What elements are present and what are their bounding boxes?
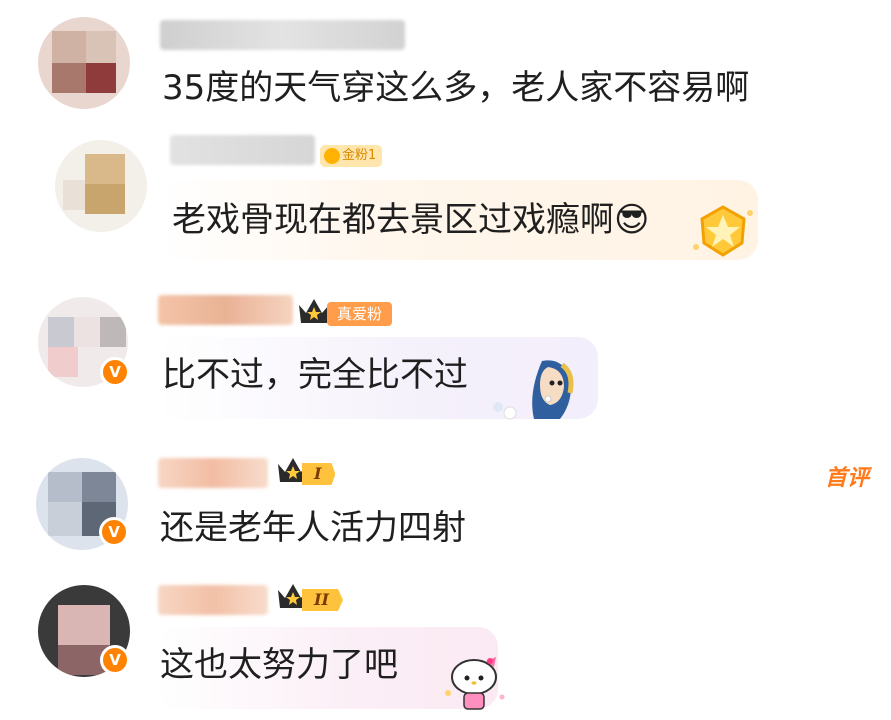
- avatar[interactable]: [38, 17, 130, 109]
- comment-item[interactable]: V II 这也太努力了吧: [0, 575, 891, 720]
- comment-text: 老戏骨现在都去景区过戏瘾啊😎: [172, 200, 650, 240]
- comment-item[interactable]: 35度的天气穿这么多，老人家不容易啊: [0, 0, 891, 125]
- hello-kitty-sticker-icon: [445, 657, 505, 710]
- comment-text: 这也太努力了吧: [160, 645, 398, 685]
- username[interactable]: [170, 135, 315, 165]
- username[interactable]: [160, 20, 405, 50]
- level-label: II: [302, 589, 343, 611]
- fan-level-badge: 金粉1: [320, 145, 383, 167]
- username[interactable]: [158, 458, 268, 488]
- comment-item[interactable]: 金粉1 老戏骨现在都去景区过戏瘾啊😎: [0, 125, 891, 265]
- true-fan-badge: 真爱粉: [297, 295, 407, 329]
- gold-fan-icon: [324, 148, 340, 164]
- pearl-earring-girl-sticker-icon: [493, 360, 574, 420]
- comment-text: 35度的天气穿这么多，老人家不容易啊: [162, 68, 750, 108]
- membership-level-badge: I: [276, 454, 376, 488]
- verified-v-icon: V: [100, 357, 130, 387]
- verified-v-icon: V: [100, 645, 130, 675]
- fan-badge-label: 金粉1: [342, 148, 377, 163]
- level-label: I: [302, 463, 336, 485]
- comment-text: 比不过，完全比不过: [162, 355, 468, 395]
- comment-text: 还是老年人活力四射: [160, 508, 466, 548]
- verified-v-icon: V: [99, 517, 129, 547]
- username[interactable]: [158, 295, 293, 325]
- gold-shield-icon: [693, 205, 753, 257]
- avatar[interactable]: [55, 140, 147, 232]
- first-review-tag: 首评: [825, 466, 870, 491]
- username[interactable]: [158, 585, 268, 615]
- comment-item[interactable]: V 真爱粉 比不过，完全比不过: [0, 285, 891, 430]
- true-fan-label: 真爱粉: [327, 302, 393, 326]
- membership-level-badge: II: [276, 580, 376, 614]
- crown-icon: [299, 299, 329, 323]
- comment-item[interactable]: V I 还是老年人活力四射: [0, 450, 891, 565]
